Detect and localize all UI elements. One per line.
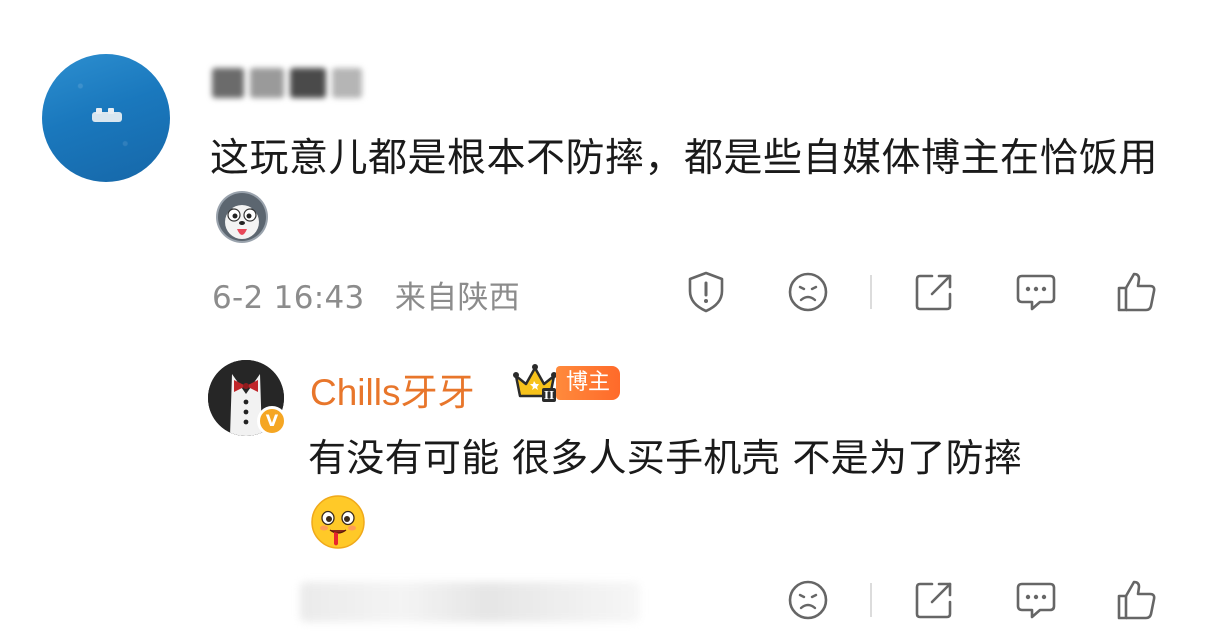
dislike-face-icon[interactable] [786, 270, 830, 314]
drooling-face-emoji [311, 495, 365, 549]
blogger-tag: 博主 [556, 366, 621, 400]
boat-figure [108, 108, 114, 114]
divider [870, 275, 872, 309]
divider [870, 583, 872, 617]
badge-level-text: II [544, 389, 554, 402]
like-icon[interactable] [1114, 270, 1158, 314]
dislike-face-icon[interactable] [786, 578, 830, 622]
reply-author-name[interactable]: Chills牙牙 [310, 362, 474, 416]
report-icon[interactable] [684, 270, 728, 314]
share-icon[interactable] [912, 578, 956, 622]
comment-icon[interactable] [1014, 578, 1058, 622]
crown-level-icon: II [513, 364, 557, 402]
user-avatar[interactable] [42, 54, 170, 182]
comment-icon[interactable] [1014, 270, 1058, 314]
comment-body: 这玩意儿都是根本不防摔，都是些自媒体博主在恰饭用 [210, 136, 1159, 181]
blurred-username[interactable] [212, 62, 372, 104]
comment-text: 这玩意儿都是根本不防摔，都是些自媒体博主在恰饭用 [210, 128, 1160, 253]
reply-text: 有没有可能 很多人买手机壳 不是为了防摔 [308, 436, 1023, 480]
reply-actions [0, 578, 1206, 622]
husky-tongue-emoji [216, 191, 268, 243]
comment-actions [0, 270, 1206, 314]
like-icon[interactable] [1114, 578, 1158, 622]
boat-figure [96, 108, 102, 114]
share-icon[interactable] [912, 270, 956, 314]
verified-badge: V [257, 406, 287, 436]
